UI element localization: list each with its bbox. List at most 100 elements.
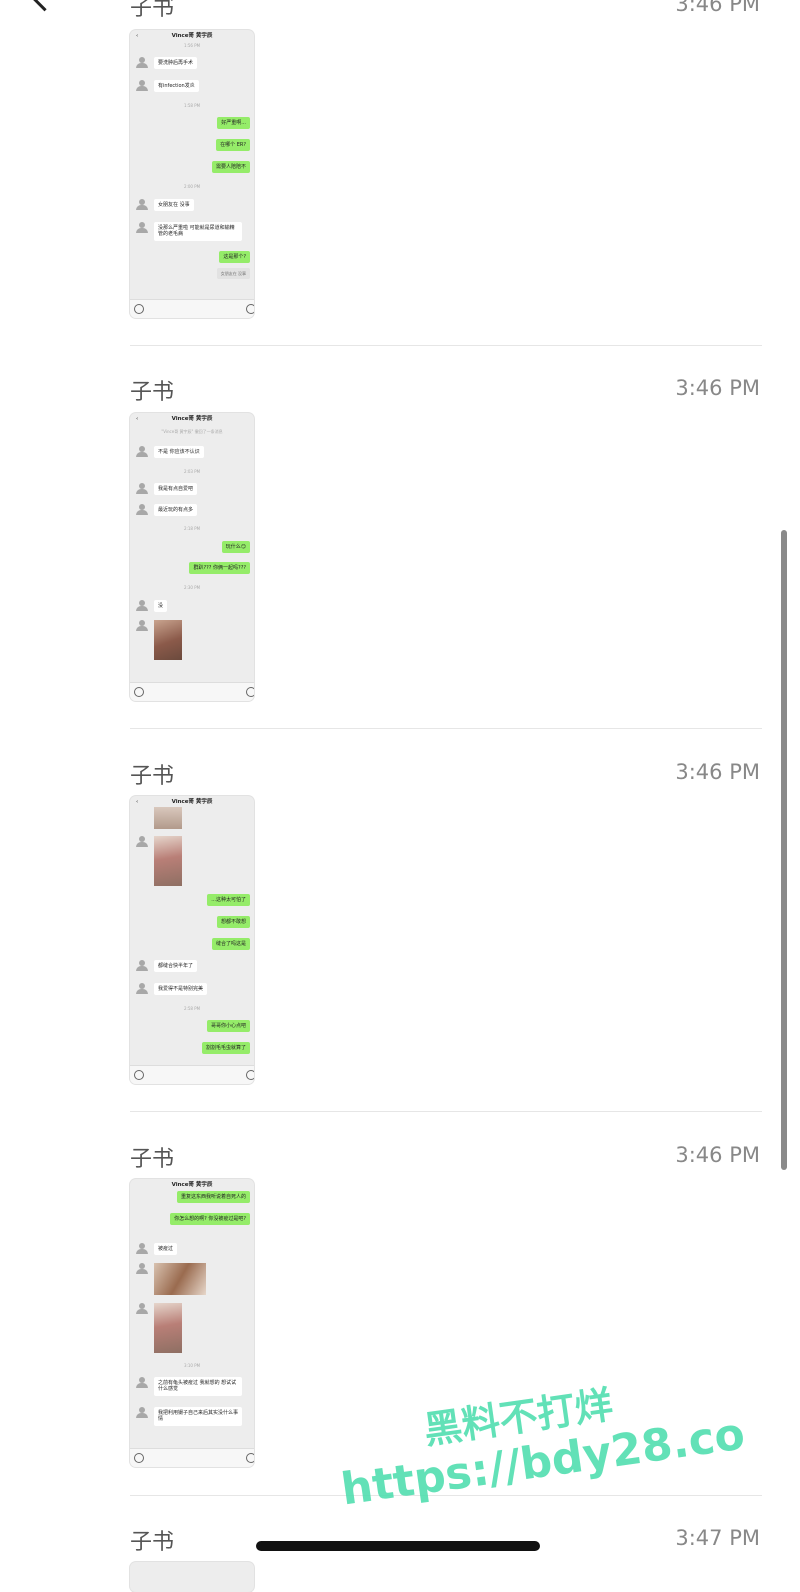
- sender-name: 子书: [130, 0, 175, 21]
- thumb-back-icon: ‹: [136, 416, 139, 422]
- bubble-out: 玩什么😏: [221, 541, 250, 554]
- bubble-in: 我爱得不是特别完美: [154, 983, 208, 996]
- bubble-in: 最近玩的有点多: [154, 504, 198, 517]
- bubble-out: 重复这东西我听说着自死人的: [176, 1191, 250, 1204]
- avatar-icon: [136, 57, 148, 69]
- chat-screenshot-thumbnail[interactable]: ‹ Vince哥 黄宇辰 1:56 PM 要洗肿后再手术 有infection发…: [130, 30, 254, 318]
- quoted-reply: 女朋友在 没事: [216, 268, 250, 279]
- thumb-timestamp: 3:10 PM: [183, 1363, 201, 1368]
- thumb-timestamp: 2:00 PM: [183, 184, 201, 189]
- emoji-icon: [246, 1070, 254, 1080]
- avatar-icon: [136, 1263, 148, 1275]
- voice-icon: [134, 1070, 144, 1080]
- avatar-icon: [136, 1243, 148, 1255]
- bubble-out: 群趴??? 你俩一起吗???: [189, 562, 250, 575]
- message-entry[interactable]: 子书 3:46 PM ‹ Vince哥 黄宇辰 ...这种太可怕了 想都不敢想 …: [130, 752, 762, 1092]
- message-time: 3:46 PM: [675, 376, 760, 400]
- voice-icon: [134, 304, 144, 314]
- thumb-input-bar: [130, 1065, 254, 1084]
- bubble-out: 哥哥你小心点吧: [206, 1020, 250, 1033]
- bubble-out: 缝合了吗这是: [211, 938, 250, 951]
- avatar-icon: [136, 983, 148, 995]
- message-time: 3:46 PM: [675, 760, 760, 784]
- thumb-photo: [154, 836, 182, 886]
- sender-name: 子书: [130, 1530, 175, 1555]
- chat-screenshot-thumbnail[interactable]: [130, 1562, 254, 1592]
- avatar-icon: [136, 222, 148, 234]
- thumb-title: Vince哥 黄宇辰: [171, 33, 213, 39]
- thumb-photo: [154, 807, 182, 829]
- sender-name: 子书: [130, 380, 175, 405]
- bubble-in: 没: [154, 600, 168, 613]
- bubble-in: 都缝合快半年了: [154, 960, 198, 973]
- thumb-recall-notice: "Vince哥 黄宇辰" 撤回了一条消息: [161, 429, 223, 434]
- thumb-back-icon: ‹: [136, 33, 139, 39]
- bubble-in: 我把利用镊子自己来后其实没什么事情: [154, 1407, 242, 1426]
- thumb-title-bar: ‹ Vince哥 黄宇辰: [130, 30, 254, 42]
- bubble-out: 好严重啊...: [217, 117, 250, 130]
- avatar-icon: [136, 620, 148, 632]
- chat-screenshot-thumbnail[interactable]: Vince哥 黄宇辰 重复这东西我听说着自死人的 你怎么想的啊? 你没被疫过是吧…: [130, 1179, 254, 1467]
- bubble-out: 你怎么想的啊? 你没被疫过是吧?: [170, 1213, 250, 1226]
- thumb-photo: [154, 1303, 182, 1353]
- avatar-icon: [136, 1407, 148, 1419]
- message-entry[interactable]: 子书 3:46 PM ‹ Vince哥 黄宇辰 1:56 PM 要洗肿后再手术 …: [130, 0, 762, 324]
- thumb-input-bar: [130, 682, 254, 701]
- divider: [130, 728, 762, 729]
- avatar-icon: [136, 960, 148, 972]
- thumb-input-bar: [130, 299, 254, 318]
- sender-name: 子书: [130, 1147, 175, 1172]
- voice-icon: [134, 1453, 144, 1463]
- bubble-in: 女朋友在 没事: [154, 199, 194, 212]
- emoji-icon: [246, 687, 254, 697]
- bubble-in: 要洗肿后再手术: [154, 57, 198, 70]
- thumb-timestamp: 1:56 PM: [183, 43, 201, 48]
- emoji-icon: [246, 304, 254, 314]
- bubble-out: 割割毛毛虫就算了: [201, 1042, 250, 1055]
- thumb-photo: [154, 1263, 206, 1295]
- bubble-out: 这是那个?: [219, 251, 250, 264]
- bubble-in: 之前有龟头被疫过 我就想的 想试试什么感觉: [154, 1377, 242, 1396]
- avatar-icon: [136, 504, 148, 516]
- thumb-timestamp: 2:58 PM: [183, 1006, 201, 1011]
- thumb-back-icon: ‹: [136, 799, 139, 805]
- message-time: 3:46 PM: [675, 0, 760, 16]
- message-time: 3:46 PM: [675, 1143, 760, 1167]
- scrollbar[interactable]: [781, 530, 787, 1170]
- sender-name: 子书: [130, 764, 175, 789]
- emoji-icon: [246, 1453, 254, 1463]
- back-chevron-icon[interactable]: [29, 0, 60, 12]
- avatar-icon: [136, 1303, 148, 1315]
- thumb-title-bar: Vince哥 黄宇辰: [130, 1179, 254, 1191]
- bubble-in: 被疫过: [154, 1243, 178, 1256]
- thumb-title: Vince哥 黄宇辰: [171, 1182, 213, 1188]
- bubble-in: 我是有点自爱吧: [154, 483, 198, 496]
- avatar-icon: [136, 600, 148, 612]
- bubble-out: 在哪个 ER?: [216, 139, 250, 152]
- bubble-out: 想都不敢想: [216, 916, 250, 929]
- bubble-in: 有infection发炎: [154, 80, 199, 93]
- thumb-title: Vince哥 黄宇辰: [171, 416, 213, 422]
- avatar-icon: [136, 836, 148, 848]
- chat-screenshot-thumbnail[interactable]: ‹ Vince哥 黄宇辰 "Vince哥 黄宇辰" 撤回了一条消息 不是 你应该…: [130, 413, 254, 701]
- voice-icon: [134, 687, 144, 697]
- thumb-timestamp: 2:18 PM: [183, 526, 201, 531]
- home-indicator[interactable]: [256, 1541, 540, 1551]
- bubble-out: 需要人陪陪不: [211, 161, 250, 174]
- message-entry[interactable]: 子书 3:46 PM ‹ Vince哥 黄宇辰 "Vince哥 黄宇辰" 撤回了…: [130, 368, 762, 708]
- thumb-timestamp: 2:03 PM: [183, 469, 201, 474]
- thumb-input-bar: [130, 1448, 254, 1467]
- thumb-photo: [154, 620, 182, 660]
- avatar-icon: [136, 80, 148, 92]
- avatar-icon: [136, 199, 148, 211]
- divider: [130, 1111, 762, 1112]
- avatar-icon: [136, 1377, 148, 1389]
- bubble-out: ...这种太可怕了: [207, 894, 250, 907]
- chat-screenshot-thumbnail[interactable]: ‹ Vince哥 黄宇辰 ...这种太可怕了 想都不敢想 缝合了吗这是 都缝合快…: [130, 796, 254, 1084]
- thumb-timestamp: 1:58 PM: [183, 103, 201, 108]
- divider: [130, 345, 762, 346]
- bubble-in: 不是 你应该不认识: [154, 446, 204, 459]
- avatar-icon: [136, 483, 148, 495]
- thumb-title: Vince哥 黄宇辰: [171, 799, 213, 805]
- bubble-in: 没那么严重啦 可能就是尿道和输精管的老毛病: [154, 222, 242, 241]
